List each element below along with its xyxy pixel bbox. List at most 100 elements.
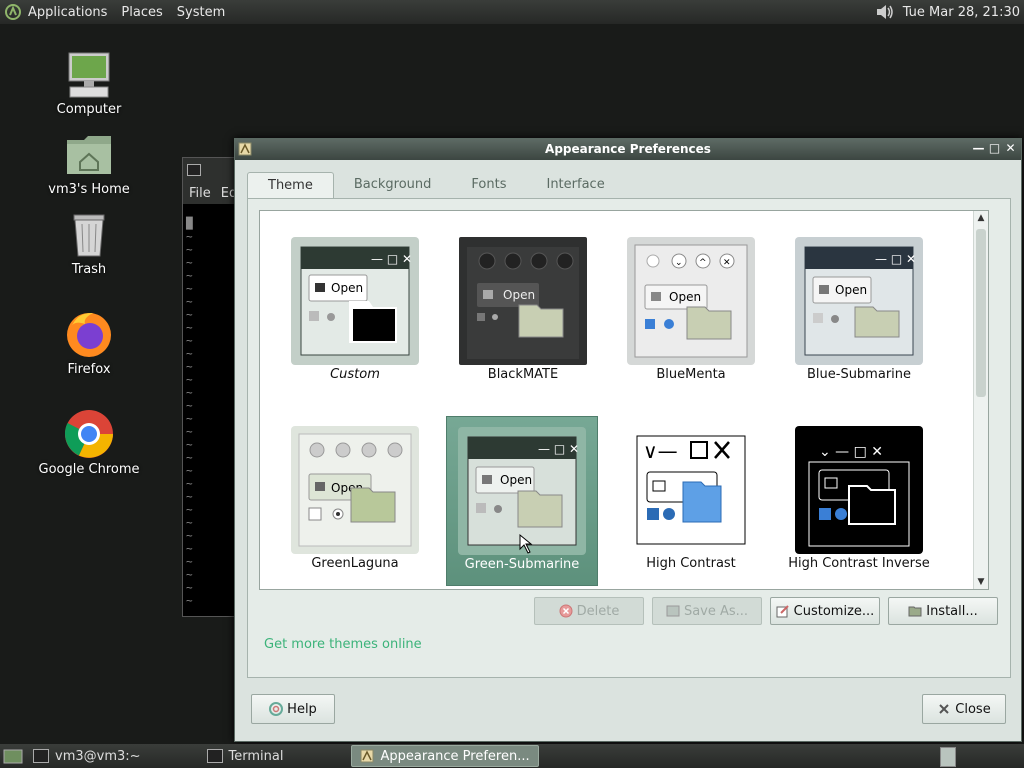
desktop-chrome[interactable]: Google Chrome [34,408,144,477]
desktop-icon-label: Computer [56,102,122,117]
theme-label: Blue-Submarine [806,367,912,382]
desktop-icon-label: vm3's Home [48,182,130,197]
volume-icon[interactable] [875,3,895,21]
appearance-app-icon [238,142,252,156]
theme-blue-submarine[interactable]: — □ ✕ Open Blue-Submarine [784,227,934,395]
theme-high-contrast[interactable]: ∨— High Contrast [616,416,766,584]
home-folder-icon [67,136,111,174]
clock[interactable]: Tue Mar 28, 21:30 [903,5,1020,20]
theme-thumbnail: ∨— [627,426,755,554]
svg-text:Open: Open [669,290,701,304]
theme-bluementa[interactable]: ⌄ ^ ✕ Open BlueMenta [616,227,766,395]
theme-thumbnail: — □ ✕ Open [795,237,923,365]
desktop-icon-label: Trash [71,262,107,277]
theme-label: High Contrast Inverse [788,556,930,571]
theme-tab-panel: — □ ✕ Open Custom Open BlackMATE ⌄ ^ ✕ O… [247,198,1011,678]
install-button[interactable]: Install... [888,597,998,625]
theme-blackmate[interactable]: Open BlackMATE [448,227,598,395]
svg-text:✕: ✕ [723,258,731,268]
svg-text:— □ ✕: — □ ✕ [371,252,412,266]
terminal-icon [206,749,223,763]
save-as-icon [666,605,680,617]
theme-label: GreenLaguna [311,556,399,571]
customize-icon [776,605,789,618]
theme-list-scrollbar[interactable]: ▲ ▼ [973,211,988,589]
tab-interface[interactable]: Interface [526,172,624,198]
theme-label: Custom [330,367,380,382]
theme-thumbnail: — □ ✕ Open [291,237,419,365]
theme-label: Green-Submarine [464,557,580,572]
minimize-icon[interactable]: — [972,141,985,156]
svg-text:Open: Open [835,283,867,297]
terminal-icon [33,749,49,763]
customize-button[interactable]: Customize... [770,597,880,625]
close-icon [939,704,949,714]
tab-bar: Theme Background Fonts Interface [247,172,625,199]
delete-button[interactable]: Delete [534,597,644,625]
theme-list[interactable]: — □ ✕ Open Custom Open BlackMATE ⌄ ^ ✕ O… [259,210,989,590]
svg-text:Open: Open [331,281,363,295]
firefox-icon [67,312,111,357]
install-icon [908,606,922,617]
svg-text:⌄: ⌄ [675,258,683,268]
desktop-trash[interactable]: Trash [34,210,144,277]
scrollbar-thumb[interactable] [976,229,986,397]
task-appearance-preferences[interactable]: Appearance Preferen... [351,745,539,767]
theme-green-submarine[interactable]: — □ ✕ Open Green-Submarine [446,416,598,586]
close-button[interactable]: Close [922,694,1006,724]
desktop-icon-label: Firefox [67,362,111,377]
save-as-button[interactable]: Save As... [652,597,762,625]
trash-icon [73,214,105,257]
theme-high-contrast-inverse[interactable]: ⌄ — □ ✕ High Contrast Inverse [784,416,934,584]
theme-thumbnail: Open [291,426,419,554]
help-icon [269,702,284,716]
theme-label: BlueMenta [656,367,726,382]
desktop-firefox[interactable]: Firefox [34,308,144,377]
task-vm3-terminal[interactable]: vm3@vm3:~ [25,746,149,766]
theme-thumbnail: ⌄ — □ ✕ [795,426,923,554]
get-more-themes-link[interactable]: Get more themes online [264,637,422,652]
maximize-icon[interactable]: □ [988,141,1001,156]
desktop-icon-label: Google Chrome [38,462,140,477]
close-window-icon[interactable]: ✕ [1004,141,1017,156]
chrome-icon [64,410,113,458]
tab-theme[interactable]: Theme [247,172,334,199]
terminal-menu-file[interactable]: File [189,186,211,201]
desktop-computer[interactable]: Computer [34,50,144,117]
top-panel: Applications Places System Tue Mar 28, 2… [0,0,1024,24]
dialog-title: Appearance Preferences [545,142,711,156]
theme-greenlaguna[interactable]: Open GreenLaguna [280,416,430,584]
svg-text:Open: Open [500,473,532,487]
svg-text:— □ ✕: — □ ✕ [538,442,579,456]
svg-text:Open: Open [503,288,535,302]
mate-logo-icon[interactable] [4,3,22,21]
scroll-down-icon[interactable]: ▼ [974,575,988,589]
menu-applications[interactable]: Applications [28,5,107,20]
delete-icon [559,604,573,618]
bottom-panel: vm3@vm3:~ Terminal Appearance Preferen..… [0,744,1024,768]
tab-background[interactable]: Background [334,172,452,198]
appearance-preferences-dialog: Appearance Preferences — □ ✕ Theme Backg… [234,138,1022,742]
dialog-titlebar[interactable]: Appearance Preferences — □ ✕ [235,139,1021,160]
desktop-home[interactable]: vm3's Home [34,130,144,197]
theme-label: High Contrast [646,556,736,571]
svg-text:— □ ✕: — □ ✕ [875,252,916,266]
workspace-switcher[interactable] [940,747,956,767]
svg-text:⌄ — □ ✕: ⌄ — □ ✕ [819,444,883,460]
appearance-app-icon [360,749,374,763]
theme-custom[interactable]: — □ ✕ Open Custom [280,227,430,395]
computer-icon [68,52,110,98]
theme-thumbnail: ⌄ ^ ✕ Open [627,237,755,365]
terminal-icon [187,164,201,176]
theme-label: BlackMATE [487,367,559,382]
menu-system[interactable]: System [177,5,225,20]
menu-places[interactable]: Places [121,5,162,20]
svg-text:∨—: ∨— [643,439,678,463]
help-button[interactable]: Help [251,694,335,724]
show-desktop-icon[interactable] [3,747,25,765]
tab-fonts[interactable]: Fonts [451,172,526,198]
scroll-up-icon[interactable]: ▲ [974,211,988,225]
svg-text:^: ^ [699,258,707,268]
task-terminal[interactable]: Terminal [199,746,292,766]
theme-thumbnail: — □ ✕ Open [458,427,586,555]
